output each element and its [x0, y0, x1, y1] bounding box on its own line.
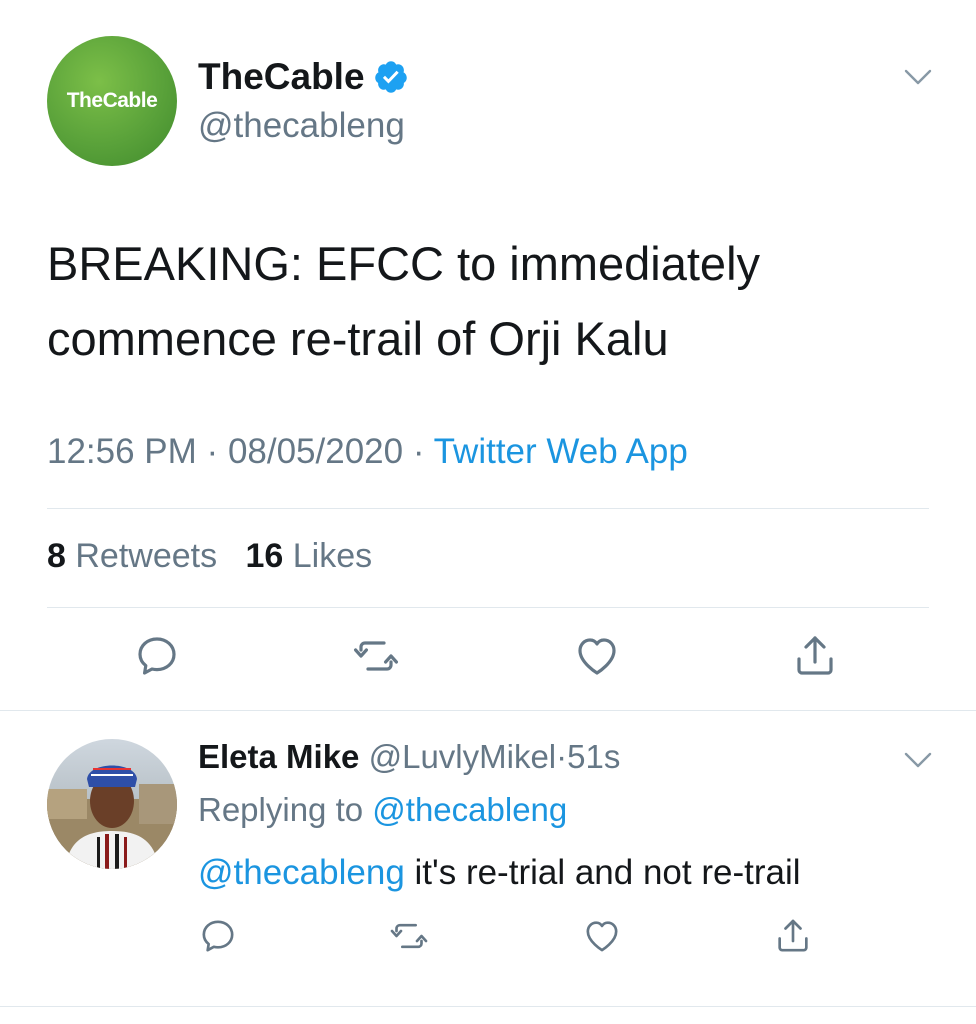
- meta-separator: ·: [206, 432, 219, 471]
- divider: [47, 607, 929, 608]
- mention-link[interactable]: @thecableng: [198, 853, 405, 892]
- author-name-text: TheCable: [198, 56, 365, 97]
- verified-badge-icon: [374, 61, 407, 93]
- share-icon[interactable]: [773, 916, 813, 956]
- retweet-icon[interactable]: [389, 916, 429, 956]
- retweet-icon[interactable]: [352, 632, 400, 680]
- author-avatar[interactable]: TheCable: [47, 36, 177, 166]
- chevron-down-icon[interactable]: [902, 66, 934, 88]
- reply-author-handle[interactable]: @LuvlyMikel: [369, 738, 557, 775]
- reply-author-name[interactable]: Eleta Mike: [198, 738, 359, 775]
- chevron-down-icon[interactable]: [902, 749, 934, 771]
- tweet-source-link[interactable]: Twitter Web App: [434, 432, 688, 471]
- tweet-time[interactable]: 12:56 PM: [47, 432, 197, 471]
- tweet-text: BREAKING: EFCC to immediately commence r…: [47, 237, 761, 365]
- divider: [47, 508, 929, 509]
- tweet-stats: 8 Retweets 16 Likes: [47, 537, 372, 576]
- reply-body-text: it's re-trial and not re-trail: [414, 853, 801, 892]
- retweets-label: Retweets: [75, 537, 218, 575]
- reply-author-avatar[interactable]: [47, 739, 177, 869]
- share-icon[interactable]: [791, 632, 839, 680]
- reply-icon[interactable]: [198, 916, 238, 956]
- replying-to: Replying to @thecableng: [198, 791, 567, 829]
- reply-header: Eleta Mike @LuvlyMikel·51s: [198, 738, 620, 776]
- reply-icon[interactable]: [133, 632, 181, 680]
- author-handle[interactable]: @thecableng: [198, 106, 405, 146]
- avatar-photo: [47, 765, 177, 869]
- meta-separator: ·: [412, 432, 425, 471]
- heart-icon[interactable]: [582, 916, 622, 956]
- avatar-logo-text: TheCable: [66, 89, 158, 112]
- likes-label: Likes: [292, 537, 373, 575]
- reply-tweet[interactable]: Eleta Mike @LuvlyMikel·51s Replying to @…: [0, 711, 976, 1011]
- reply-text: @thecableng it's re-trial and not re-tra…: [198, 853, 801, 893]
- tweet-date[interactable]: 08/05/2020: [228, 432, 403, 471]
- author-name[interactable]: TheCable: [198, 56, 409, 98]
- tweet-actions: [0, 632, 976, 688]
- likes-stat[interactable]: 16 Likes: [245, 537, 372, 575]
- retweets-stat[interactable]: 8 Retweets: [47, 537, 217, 575]
- reply-actions: [0, 916, 976, 960]
- meta-separator: ·: [556, 738, 568, 775]
- divider: [0, 1006, 976, 1007]
- retweets-count: 8: [47, 537, 66, 575]
- heart-icon[interactable]: [573, 632, 621, 680]
- replying-to-link[interactable]: @thecableng: [372, 791, 567, 828]
- main-tweet: TheCable TheCable @thecableng BREAKING: …: [0, 0, 976, 712]
- replying-label: Replying to: [198, 791, 364, 828]
- reply-time[interactable]: 51s: [567, 738, 620, 775]
- likes-count: 16: [245, 537, 284, 575]
- tweet-meta: 12:56 PM · 08/05/2020 · Twitter Web App: [47, 432, 688, 472]
